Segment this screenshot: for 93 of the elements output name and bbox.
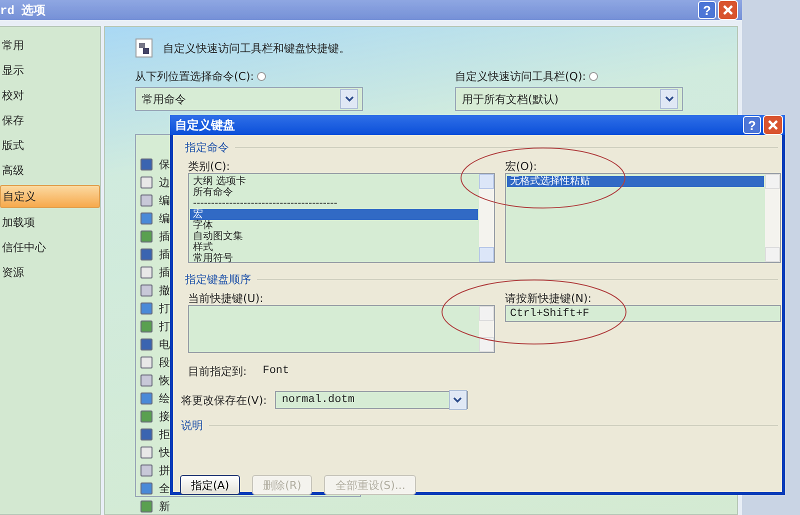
current-keys-list[interactable] — [188, 305, 495, 353]
dialog-title: 自定义键盘 — [175, 116, 236, 134]
command-icon — [140, 266, 153, 279]
group-title: 指定键盘顺序 — [185, 272, 251, 286]
command-item[interactable]: 段 — [159, 355, 170, 370]
sidebar-item[interactable]: 资源 — [0, 262, 100, 283]
help-button[interactable]: ? — [698, 1, 716, 19]
sidebar-item[interactable]: 版式 — [0, 135, 100, 156]
group-title: 说明 — [181, 418, 203, 432]
command-icon — [140, 464, 153, 477]
sidebar-item[interactable]: 保存 — [0, 110, 100, 131]
group-title: 指定命令 — [185, 140, 229, 154]
scrollbar[interactable] — [479, 306, 494, 352]
field-label: 请按新快捷键(N): — [505, 291, 593, 305]
close-icon[interactable] — [718, 0, 738, 20]
category-item[interactable]: ---------------------------------------- — [190, 198, 478, 209]
category-item[interactable]: 样式 — [190, 242, 478, 253]
sidebar-item[interactable]: 显示 — [0, 60, 100, 81]
save-in-dropdown[interactable]: normal.dotm — [274, 391, 468, 409]
category-item[interactable]: 常用符号 — [190, 253, 478, 264]
command-icon — [140, 158, 153, 171]
command-item[interactable]: 绘 — [159, 391, 170, 406]
command-item[interactable]: 拒 — [159, 427, 170, 442]
info-icon — [588, 72, 598, 81]
chevron-down-icon — [453, 397, 462, 403]
field-label: 自定义快速访问工具栏(Q): — [455, 69, 586, 84]
command-icon — [140, 500, 153, 513]
sidebar-item[interactable]: 信任中心 — [0, 237, 100, 258]
toolbar-icon — [135, 38, 153, 58]
command-source-dropdown[interactable]: 常用命令 — [135, 87, 363, 111]
field-label: 类别(C): — [188, 159, 231, 173]
command-item[interactable]: 保 — [159, 157, 170, 172]
field-label: 宏(O): — [505, 159, 538, 173]
command-icon — [140, 446, 153, 459]
info-icon — [256, 72, 266, 81]
category-item[interactable]: 宏 — [190, 209, 478, 220]
command-icon — [140, 302, 153, 315]
command-item[interactable]: 全 — [159, 481, 170, 496]
command-icon — [140, 212, 153, 225]
command-icon — [140, 374, 153, 387]
category-item[interactable]: 大纲 选项卡 — [190, 176, 478, 187]
command-item[interactable]: 编 — [159, 211, 170, 226]
field-label: 从下列位置选择命令(C): — [135, 69, 254, 84]
sidebar-item[interactable]: 自定义 — [0, 185, 100, 208]
sidebar-item[interactable]: 加载项 — [0, 212, 100, 233]
command-item[interactable]: 接 — [159, 409, 170, 424]
command-icon — [140, 482, 153, 495]
command-item[interactable]: 插 — [159, 247, 170, 262]
command-icon — [140, 194, 153, 207]
shortcut-input-field[interactable]: Ctrl+Shift+F — [505, 305, 781, 322]
heading: 自定义快速访问工具栏和键盘快捷键。 — [163, 40, 350, 56]
command-icon — [140, 230, 153, 243]
command-item[interactable]: 打 — [159, 319, 170, 334]
command-item[interactable]: 新 — [159, 499, 170, 514]
command-item[interactable]: 恢 — [159, 373, 170, 388]
chevron-down-icon — [344, 96, 354, 102]
command-item[interactable]: 插 — [159, 265, 170, 280]
command-icon — [140, 176, 153, 189]
command-icon — [140, 392, 153, 405]
command-icon — [140, 248, 153, 261]
command-icon — [140, 356, 153, 369]
assigned-value: Font — [262, 365, 290, 377]
toolbar-scope-dropdown[interactable]: 用于所有文档(默认) — [455, 87, 683, 111]
command-item[interactable]: 打 — [159, 301, 170, 316]
category-item[interactable]: 自动图文集 — [190, 231, 478, 242]
command-item[interactable]: 撤 — [159, 283, 170, 298]
field-label: 当前快捷键(U): — [188, 291, 264, 305]
scrollbar[interactable] — [479, 174, 494, 262]
category-item[interactable]: 所有命令 — [190, 187, 478, 198]
field-label: 将更改保存在(V): — [181, 392, 267, 408]
sidebar-item[interactable]: 高级 — [0, 160, 100, 181]
command-icon — [140, 428, 153, 441]
dialog-button[interactable]: 指定(A) — [180, 475, 240, 495]
chevron-down-icon — [664, 96, 674, 102]
help-button[interactable]: ? — [743, 116, 761, 134]
category-item[interactable]: 字体 — [190, 220, 478, 231]
window-title: rd 选项 — [0, 2, 47, 18]
command-item[interactable]: 插 — [159, 229, 170, 244]
command-item[interactable]: 边 — [159, 175, 170, 190]
command-item[interactable]: 快 — [159, 445, 170, 460]
command-item[interactable]: 编 — [159, 193, 170, 208]
command-item[interactable]: 拼 — [159, 463, 170, 478]
macro-item[interactable]: 无格式选择性粘贴 — [507, 176, 764, 187]
command-icon — [140, 410, 153, 423]
command-item[interactable]: 电 — [159, 337, 170, 352]
field-label: 目前指定到: — [188, 364, 247, 378]
sidebar-item[interactable]: 校对 — [0, 85, 100, 106]
scrollbar[interactable] — [765, 174, 780, 262]
command-icon — [140, 284, 153, 297]
command-icon — [140, 320, 153, 333]
close-icon[interactable] — [763, 115, 783, 135]
command-icon — [140, 338, 153, 351]
sidebar-item[interactable]: 常用 — [0, 35, 100, 56]
